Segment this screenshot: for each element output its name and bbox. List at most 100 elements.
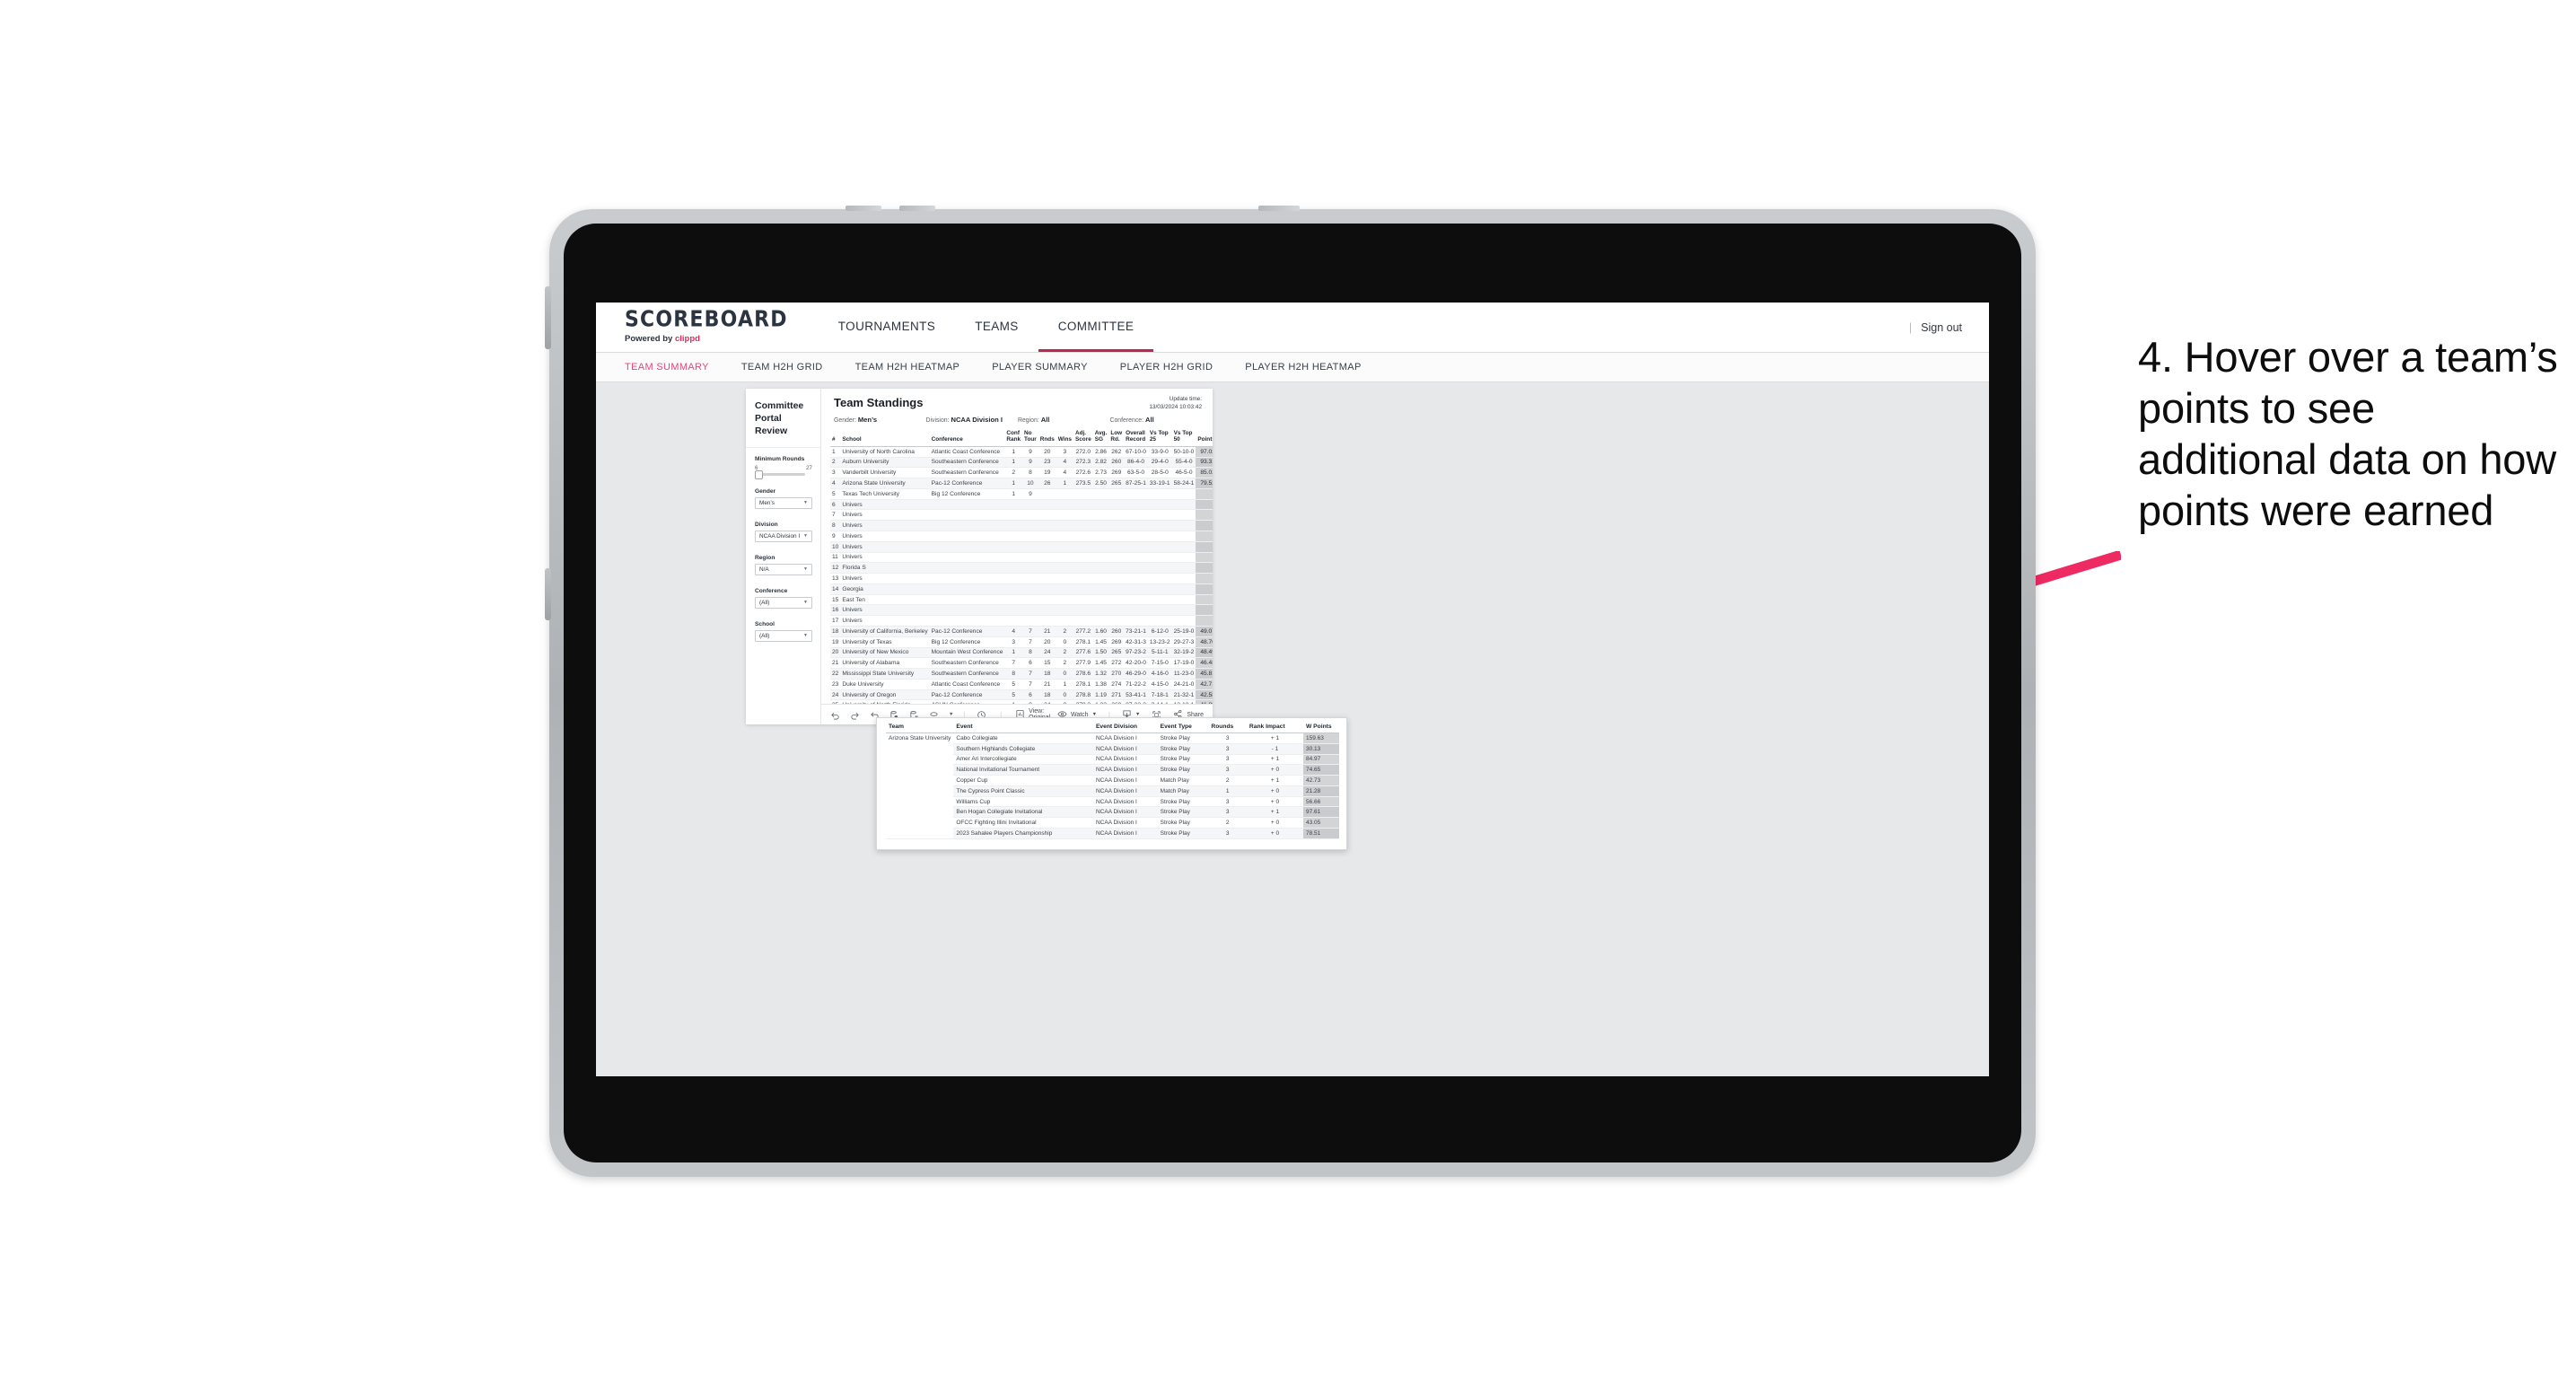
col-low-rd[interactable]: Low Rd. bbox=[1108, 429, 1125, 447]
table-row[interactable]: 18 University of California, Berkeley Pac-… bbox=[830, 626, 1213, 637]
points-cell[interactable]: 85.02 bbox=[1196, 467, 1213, 479]
table-row[interactable]: 20 University of New Mexico Mountain West … bbox=[830, 647, 1213, 659]
points-cell[interactable]: 49.07 bbox=[1196, 626, 1213, 637]
col-vs-top-25[interactable]: Vs Top 25 bbox=[1147, 429, 1172, 447]
filter-school: School (All) ▼ bbox=[746, 609, 820, 642]
standings-tbody: 1 University of North Carolina Atlantic Co… bbox=[830, 446, 1213, 704]
points-cell[interactable] bbox=[1196, 509, 1213, 522]
subnav-item-team-summary[interactable]: TEAM SUMMARY bbox=[625, 362, 709, 373]
table-row[interactable]: 21 University of Alabama Southeastern Conf… bbox=[830, 657, 1213, 670]
table-row[interactable]: 13 Univers bbox=[830, 573, 1213, 584]
vs-top-25-cell: 7-15-0 bbox=[1147, 657, 1172, 670]
rnds-cell: 20 bbox=[1038, 446, 1056, 458]
points-cell[interactable]: 79.52 bbox=[1196, 478, 1213, 489]
points-cell[interactable] bbox=[1196, 488, 1213, 500]
tooltip-w-points-cell: 78.51 bbox=[1303, 828, 1339, 839]
points-cell[interactable]: 45.81 bbox=[1196, 668, 1213, 680]
points-cell[interactable]: 42.71 bbox=[1196, 679, 1213, 690]
table-row[interactable]: 15 East Ten bbox=[830, 594, 1213, 606]
standings-table-wrapper[interactable]: # School Conference Conf Rank No Tour Rn… bbox=[821, 429, 1213, 704]
col-points[interactable]: Points bbox=[1196, 429, 1213, 447]
nav-item-teams[interactable]: TEAMS bbox=[955, 303, 1038, 352]
table-row[interactable]: 23 Duke University Atlantic Coast Conferen… bbox=[830, 679, 1213, 690]
points-cell[interactable]: 46.48 bbox=[1196, 657, 1213, 670]
table-row[interactable]: 17 Univers bbox=[830, 615, 1213, 627]
points-cell[interactable] bbox=[1196, 541, 1213, 553]
subnav-item-player-summary[interactable]: PLAYER SUMMARY bbox=[992, 362, 1088, 373]
region-select[interactable]: N/A ▼ bbox=[755, 563, 812, 575]
table-row[interactable]: 25University of North FloridaASUN Confer… bbox=[830, 699, 1213, 704]
minimum-rounds-slider[interactable] bbox=[755, 470, 805, 480]
sign-out-link[interactable]: Sign out bbox=[1921, 321, 1962, 334]
tt-col-rank-impact: Rank Impact bbox=[1246, 724, 1303, 733]
subnav-item-team-h2h-grid[interactable]: TEAM H2H GRID bbox=[741, 362, 823, 373]
points-cell[interactable]: 41.89 bbox=[1196, 699, 1213, 704]
table-row[interactable]: 7 Univers bbox=[830, 509, 1213, 522]
points-cell[interactable] bbox=[1196, 531, 1213, 542]
col-vs-top-50[interactable]: Vs Top 50 bbox=[1171, 429, 1196, 447]
col-rnds[interactable]: Rnds bbox=[1038, 429, 1056, 447]
table-row[interactable]: 14 Georgia bbox=[830, 583, 1213, 595]
nav-item-tournaments[interactable]: TOURNAMENTS bbox=[819, 303, 955, 352]
gender-select[interactable]: Men’s ▼ bbox=[755, 496, 812, 509]
table-row[interactable]: 16 Univers bbox=[830, 604, 1213, 617]
low-rd-cell: 269 bbox=[1108, 467, 1125, 479]
col-conference[interactable]: Conference bbox=[929, 429, 1005, 447]
col-wins[interactable]: Wins bbox=[1056, 429, 1073, 447]
sign-out-area[interactable]: | Sign out bbox=[1909, 321, 1962, 334]
table-row[interactable]: 4 Arizona State University Pac-12 Conferen… bbox=[830, 478, 1213, 489]
table-row[interactable]: 24 University of Oregon Pac-12 Conference 5… bbox=[830, 689, 1213, 701]
subnav-item-player-h2h-heatmap[interactable]: PLAYER H2H HEATMAP bbox=[1245, 362, 1361, 373]
subnav-item-player-h2h-grid[interactable]: PLAYER H2H GRID bbox=[1120, 362, 1213, 373]
table-row[interactable]: 6 Univers bbox=[830, 499, 1213, 511]
table-row[interactable]: 11 Univers bbox=[830, 552, 1213, 564]
overall-record-cell bbox=[1124, 583, 1148, 595]
table-row[interactable]: 2 Auburn University Southeastern Conferenc… bbox=[830, 457, 1213, 469]
points-cell[interactable] bbox=[1196, 594, 1213, 606]
tooltip-event-type-cell: Stroke Play bbox=[1157, 828, 1209, 839]
table-row[interactable]: 8 Univers bbox=[830, 520, 1213, 531]
table-row[interactable]: 3 Vanderbilt University Southeastern Confe… bbox=[830, 467, 1213, 479]
col-adj-score[interactable]: Adj. Score bbox=[1073, 429, 1093, 447]
vs-top-50-cell bbox=[1171, 594, 1196, 606]
points-cell[interactable] bbox=[1196, 552, 1213, 564]
points-cell[interactable]: 42.58 bbox=[1196, 689, 1213, 701]
points-cell[interactable] bbox=[1196, 604, 1213, 617]
points-cell[interactable]: 48.70 bbox=[1196, 636, 1213, 648]
table-row[interactable]: 10 Univers bbox=[830, 541, 1213, 553]
redo-icon[interactable] bbox=[850, 710, 860, 720]
undo-icon[interactable] bbox=[830, 710, 840, 720]
col-avg-sg[interactable]: Avg. SG bbox=[1092, 429, 1109, 447]
table-row[interactable]: 5 Texas Tech University Big 12 Conference 1… bbox=[830, 488, 1213, 500]
points-cell[interactable] bbox=[1196, 573, 1213, 584]
points-cell[interactable]: 97.02 bbox=[1196, 446, 1213, 458]
col-school[interactable]: School bbox=[840, 429, 930, 447]
col-rank[interactable]: # bbox=[830, 429, 841, 447]
rnds-cell: 18 bbox=[1038, 689, 1056, 701]
avg-sg-cell: 2.50 bbox=[1092, 478, 1109, 489]
conference-select[interactable]: (All) ▼ bbox=[755, 596, 812, 609]
school-select[interactable]: (All) ▼ bbox=[755, 629, 812, 642]
table-row[interactable]: 22 Mississippi State University Southeaste… bbox=[830, 668, 1213, 680]
subnav-item-team-h2h-heatmap[interactable]: TEAM H2H HEATMAP bbox=[855, 362, 960, 373]
col-conf-rank[interactable]: Conf Rank bbox=[1004, 429, 1023, 447]
col-no-tour[interactable]: No Tour bbox=[1022, 429, 1038, 447]
minimum-rounds-slider-handle[interactable] bbox=[755, 470, 763, 480]
points-cell[interactable] bbox=[1196, 520, 1213, 531]
col-overall[interactable]: Overall Record bbox=[1124, 429, 1148, 447]
division-select[interactable]: NCAA Division I ▼ bbox=[755, 530, 812, 542]
table-row[interactable]: 9 Univers bbox=[830, 531, 1213, 542]
points-cell[interactable] bbox=[1196, 583, 1213, 595]
scoreboard-logo[interactable]: SCOREBOARD Powered by clippd bbox=[596, 309, 804, 344]
points-cell[interactable]: 93.31 bbox=[1196, 457, 1213, 469]
points-cell[interactable] bbox=[1196, 499, 1213, 511]
table-row[interactable]: 19 University of Texas Big 12 Conference 3 7… bbox=[830, 636, 1213, 648]
tooltip-event-division-cell: NCAA Division I bbox=[1092, 806, 1158, 819]
nav-item-committee[interactable]: COMMITTEE bbox=[1038, 303, 1154, 352]
table-row[interactable]: 1 University of North Carolina Atlantic Co… bbox=[830, 446, 1213, 458]
table-row[interactable]: 12 Florida S bbox=[830, 562, 1213, 575]
points-cell[interactable]: 48.49 bbox=[1196, 647, 1213, 659]
points-cell[interactable] bbox=[1196, 562, 1213, 575]
low-rd-cell: 270 bbox=[1108, 668, 1125, 680]
points-cell[interactable] bbox=[1196, 615, 1213, 627]
